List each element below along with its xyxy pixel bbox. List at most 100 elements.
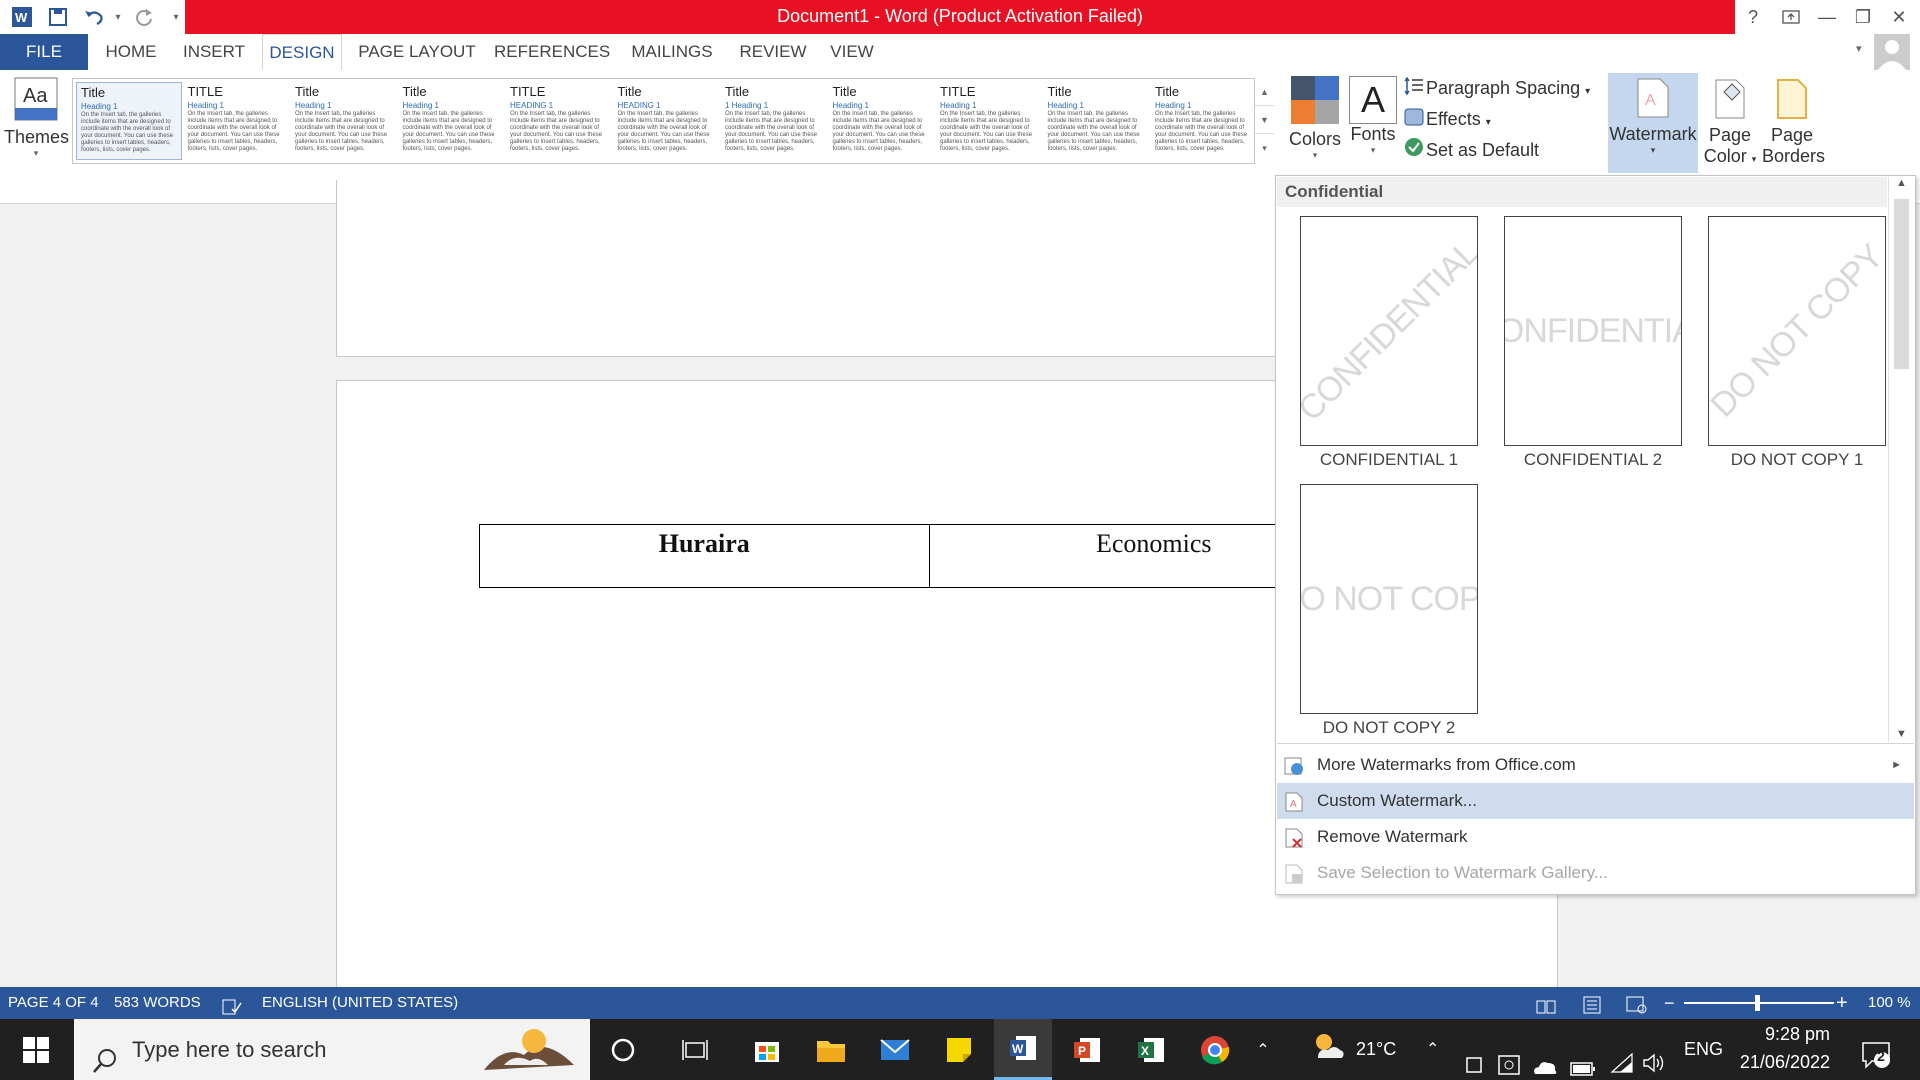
- style-set-thumbnail[interactable]: TITLE HEADING 1 On the Insert tab, the gal…: [506, 82, 612, 160]
- zoom-out-button[interactable]: −: [1664, 987, 1675, 1019]
- gallery-up-icon[interactable]: ▲: [1255, 78, 1274, 106]
- effects-button[interactable]: Effects ▾: [1404, 104, 1514, 134]
- language-status[interactable]: ENGLISH (UNITED STATES): [262, 987, 458, 1019]
- windows-start-icon[interactable]: [6, 1019, 66, 1080]
- onedrive-icon[interactable]: [1532, 1040, 1558, 1080]
- style-set-thumbnail[interactable]: Title Heading 1 On the Insert tab, the gal…: [1151, 82, 1257, 160]
- clock-date[interactable]: 21/06/2022: [1720, 1052, 1830, 1073]
- tray-overflow-icon[interactable]: ⌃: [1426, 1019, 1439, 1080]
- gallery-more-icon[interactable]: ▾: [1255, 134, 1274, 162]
- taskbar-overflow-icon[interactable]: ⌃: [1250, 1019, 1276, 1080]
- gallery-down-icon[interactable]: ▼: [1255, 106, 1274, 134]
- style-set-heading: Heading 1: [1155, 101, 1192, 110]
- weather-icon[interactable]: [1310, 1026, 1346, 1080]
- page-borders-button[interactable]: Page Borders: [1762, 76, 1826, 176]
- widgets-icon[interactable]: [666, 1019, 724, 1080]
- page-color-button[interactable]: Page Color ▾: [1700, 76, 1760, 176]
- custom-watermark-menu-item[interactable]: A Custom Watermark...: [1277, 783, 1914, 819]
- watermark-option-confidential-2[interactable]: CONFIDENTIAL CONFIDENTIAL 2: [1493, 216, 1693, 470]
- tray-app-icon[interactable]: [1498, 1039, 1520, 1080]
- table-cell-name[interactable]: Huraira: [480, 525, 929, 587]
- style-set-thumbnail[interactable]: Title HEADING 1 On the Insert tab, the gal…: [614, 82, 720, 160]
- account-dropdown-icon[interactable]: ▾: [1856, 42, 1862, 55]
- style-set-thumbnail[interactable]: Title Heading 1 On the Insert tab, the gal…: [829, 82, 935, 160]
- page-count[interactable]: PAGE 4 OF 4: [8, 987, 99, 1019]
- colors-button[interactable]: Colors ▾: [1286, 76, 1344, 176]
- mail-icon[interactable]: [866, 1019, 924, 1080]
- style-set-thumbnail[interactable]: TITLE Heading 1 On the Insert tab, the gal…: [936, 82, 1042, 160]
- avatar[interactable]: [1874, 34, 1910, 70]
- clock-time[interactable]: 9:28 pm: [1730, 1024, 1830, 1045]
- set-as-default-button[interactable]: Set as Default: [1404, 135, 1554, 165]
- themes-button[interactable]: Aa Themes ▾: [4, 76, 70, 168]
- style-set-heading: Heading 1: [832, 101, 869, 110]
- style-set-title: Title: [295, 84, 320, 99]
- word-app-icon[interactable]: W: [8, 3, 36, 31]
- page-borders-label-2: Borders: [1762, 146, 1826, 166]
- style-set-thumbnail[interactable]: Title Heading 1 On the Insert tab, the gal…: [291, 82, 397, 160]
- style-set-thumbnail[interactable]: Title Heading 1 On the Insert tab, the gal…: [76, 82, 182, 160]
- taskbar-search-box[interactable]: Type here to search: [74, 1019, 590, 1080]
- sticky-notes-icon[interactable]: [930, 1019, 988, 1080]
- style-set-heading: 1 Heading 1: [725, 101, 769, 110]
- style-set-title: TITLE: [940, 84, 976, 99]
- tab-page-layout[interactable]: PAGE LAYOUT: [352, 34, 482, 70]
- zoom-in-button[interactable]: +: [1836, 987, 1848, 1019]
- watermark-option-label: DO NOT COPY 1: [1730, 450, 1864, 469]
- more-watermarks-menu-item[interactable]: More Watermarks from Office.com ►: [1277, 747, 1914, 783]
- checkmark-icon: [1404, 136, 1426, 166]
- tab-design[interactable]: DESIGN: [262, 34, 342, 71]
- document-table[interactable]: Huraira Economics: [479, 524, 1379, 588]
- style-set-thumbnail[interactable]: Title 1 Heading 1 On the Insert tab, the g…: [721, 82, 827, 160]
- style-set-heading: Heading 1: [1047, 101, 1084, 110]
- svg-text:W: W: [1012, 1042, 1024, 1056]
- style-set-thumbnail[interactable]: Title Heading 1 On the Insert tab, the gal…: [1044, 82, 1150, 160]
- excel-taskbar-icon[interactable]: X: [1122, 1019, 1180, 1080]
- file-explorer-icon[interactable]: [802, 1019, 860, 1080]
- style-set-body: On the Insert tab, the galleries include…: [940, 111, 1033, 152]
- zoom-slider-thumb[interactable]: [1755, 995, 1760, 1011]
- powerpoint-taskbar-icon[interactable]: P: [1058, 1019, 1116, 1080]
- save-icon[interactable]: [44, 3, 72, 31]
- task-view-icon[interactable]: [594, 1019, 652, 1080]
- close-button[interactable]: ✕: [1876, 0, 1920, 34]
- word-taskbar-icon[interactable]: W: [994, 1019, 1052, 1080]
- redo-icon[interactable]: [130, 3, 158, 31]
- tab-mailings[interactable]: MAILINGS: [624, 34, 720, 70]
- input-language[interactable]: ENG: [1684, 1019, 1723, 1080]
- meet-now-icon[interactable]: [1464, 1039, 1484, 1080]
- word-count[interactable]: 583 WORDS: [114, 987, 201, 1019]
- remove-watermark-menu-item[interactable]: Remove Watermark: [1277, 819, 1914, 855]
- svg-text:Aa: Aa: [23, 85, 48, 107]
- volume-icon[interactable]: [1642, 1038, 1666, 1080]
- style-set-thumbnail[interactable]: TITLE Heading 1 On the Insert tab, the gal…: [184, 82, 290, 160]
- tab-file[interactable]: FILE: [0, 34, 88, 70]
- wifi-icon[interactable]: [1610, 1038, 1634, 1080]
- style-set-body: On the Insert tab, the galleries include…: [81, 112, 174, 153]
- themes-label: Themes: [4, 127, 70, 147]
- scroll-up-icon[interactable]: ▲: [1889, 177, 1914, 199]
- tab-home[interactable]: HOME: [96, 34, 166, 70]
- weather-temperature[interactable]: 21°C: [1356, 1019, 1396, 1080]
- custom-watermark-label: Custom Watermark...: [1317, 791, 1477, 810]
- style-set-heading: HEADING 1: [617, 101, 661, 110]
- watermark-button[interactable]: A Watermark ▾: [1608, 73, 1698, 173]
- gallery-scroll[interactable]: ▲ ▼ ▾: [1254, 78, 1274, 164]
- watermark-option-do-not-copy-1[interactable]: DO NOT COPY DO NOT COPY 1: [1697, 216, 1897, 470]
- undo-dropdown-icon[interactable]: ▾: [104, 3, 132, 31]
- paragraph-spacing-button[interactable]: Paragraph Spacing ▾: [1404, 73, 1594, 103]
- battery-icon[interactable]: [1570, 1041, 1596, 1080]
- watermark-option-confidential-1[interactable]: CONFIDENTIAL CONFIDENTIAL 1: [1289, 216, 1489, 470]
- zoom-level[interactable]: 100 %: [1868, 987, 1911, 1019]
- tab-review[interactable]: REVIEW: [734, 34, 812, 70]
- scroll-down-icon[interactable]: ▼: [1889, 728, 1914, 740]
- fonts-button[interactable]: A Fonts ▾: [1346, 76, 1400, 176]
- watermark-option-do-not-copy-2[interactable]: DO NOT COPY DO NOT COPY 2: [1289, 484, 1489, 738]
- tab-view[interactable]: VIEW: [824, 34, 880, 70]
- microsoft-store-icon[interactable]: [738, 1019, 796, 1080]
- chrome-taskbar-icon[interactable]: [1186, 1019, 1244, 1080]
- style-set-thumbnail[interactable]: Title Heading 1 On the Insert tab, the gal…: [399, 82, 505, 160]
- tab-insert[interactable]: INSERT: [176, 34, 252, 70]
- menu-divider: [1277, 743, 1914, 744]
- tab-references[interactable]: REFERENCES: [494, 34, 610, 70]
